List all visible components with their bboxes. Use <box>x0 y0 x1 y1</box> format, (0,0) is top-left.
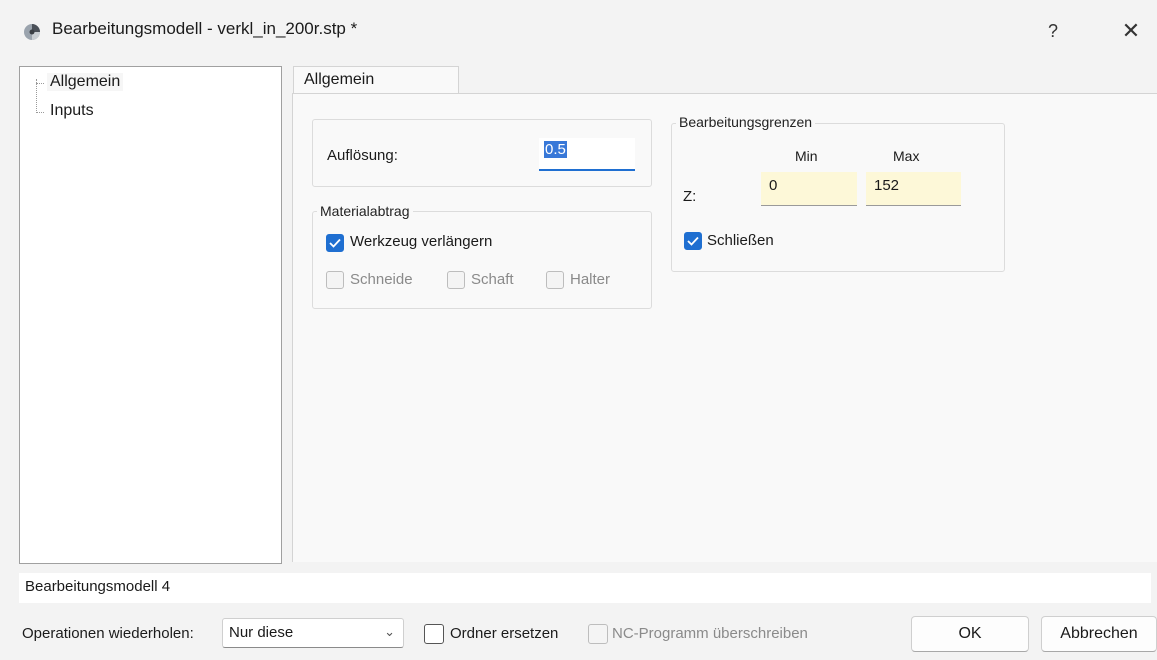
repeat-operations-value: Nur diese <box>229 624 294 641</box>
resolution-value: 0.5 <box>544 141 567 158</box>
replace-folder-label: Ordner ersetzen <box>450 625 559 642</box>
overwrite-nc-checkbox <box>588 624 608 644</box>
cutting-checkbox <box>326 271 344 289</box>
title-bar: Bearbeitungsmodell - verkl_in_200r.stp *… <box>0 0 1157 62</box>
resolution-label: Auflösung: <box>327 147 398 164</box>
machining-limits-legend: Bearbeitungsgrenzen <box>676 114 816 130</box>
chevron-down-icon: ⌄ <box>384 624 395 639</box>
resolution-input[interactable]: 0.5 <box>539 138 635 171</box>
cutting-label: Schneide <box>350 271 413 288</box>
checkmark-icon <box>687 236 699 246</box>
material-removal-group <box>312 211 652 309</box>
z-label: Z: <box>683 188 697 205</box>
window-title: Bearbeitungsmodell - verkl_in_200r.stp * <box>52 19 358 38</box>
close-button[interactable]: ✕ <box>1108 14 1154 48</box>
checkmark-icon <box>329 238 341 248</box>
repeat-operations-dropdown[interactable]: Nur diese ⌄ <box>222 618 404 648</box>
status-text: Bearbeitungsmodell 4 <box>25 578 171 595</box>
tab-label: Allgemein <box>304 71 375 88</box>
dialog-window: Bearbeitungsmodell - verkl_in_200r.stp *… <box>0 0 1157 660</box>
holder-checkbox <box>546 271 564 289</box>
z-max-input[interactable]: 152 <box>866 172 961 206</box>
navigation-tree[interactable]: Allgemein Inputs <box>19 66 282 564</box>
max-header: Max <box>893 148 920 164</box>
app-logo-icon <box>24 24 40 40</box>
tab-allgemein[interactable]: Allgemein <box>293 66 459 95</box>
ok-button[interactable]: OK <box>911 616 1029 652</box>
tree-connector <box>36 79 37 113</box>
extend-tool-checkbox[interactable] <box>326 234 344 252</box>
holder-label: Halter <box>570 271 611 288</box>
material-removal-legend: Materialabtrag <box>317 203 413 219</box>
extend-tool-label: Werkzeug verlängern <box>350 233 493 250</box>
tree-connector <box>36 83 44 84</box>
close-limits-label: Schließen <box>707 232 774 249</box>
shaft-label: Schaft <box>471 271 514 288</box>
overwrite-nc-label: NC-Programm überschreiben <box>612 625 808 642</box>
help-button[interactable]: ? <box>1030 14 1076 48</box>
close-limits-checkbox[interactable] <box>684 232 702 250</box>
tree-item-allgemein[interactable]: Allgemein <box>47 73 124 91</box>
repeat-operations-label: Operationen wiederholen: <box>22 625 194 642</box>
status-bar: Bearbeitungsmodell 4 <box>19 573 1151 603</box>
cancel-button[interactable]: Abbrechen <box>1041 616 1157 652</box>
min-header: Min <box>795 148 818 164</box>
shaft-checkbox <box>447 271 465 289</box>
tree-connector <box>36 112 44 113</box>
z-min-input[interactable]: 0 <box>761 172 857 206</box>
replace-folder-checkbox[interactable] <box>424 624 444 644</box>
tree-item-inputs[interactable]: Inputs <box>47 102 97 120</box>
